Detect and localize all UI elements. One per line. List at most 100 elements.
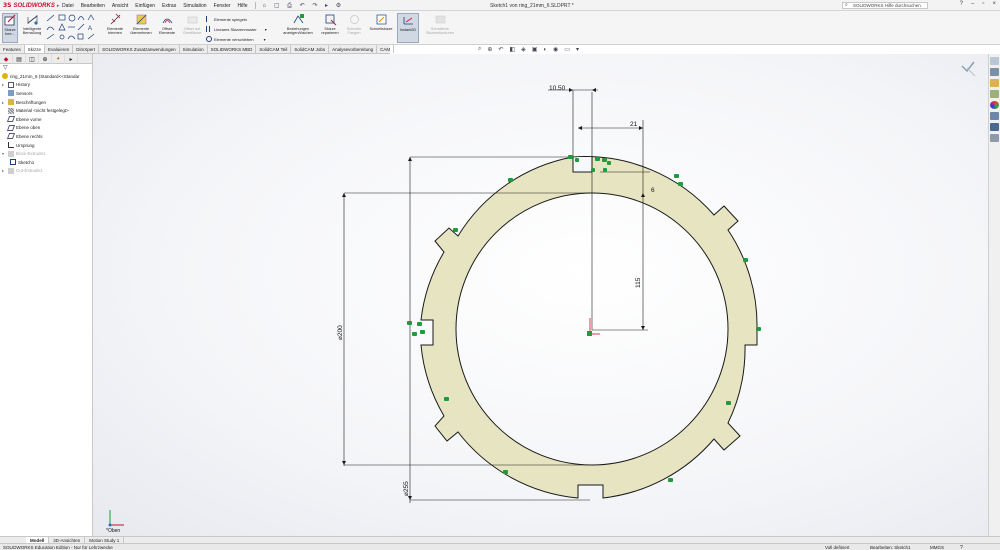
sketch-entity-icons[interactable]: A [46, 14, 96, 42]
tab-evaluieren[interactable]: Evaluieren [45, 45, 74, 53]
minimize-icon[interactable]: – [971, 1, 974, 7]
menu-einfuegen[interactable]: Einfügen [135, 3, 155, 9]
appearance-icon[interactable]: ◉ [553, 46, 558, 53]
section-view-icon[interactable]: ◧ [509, 46, 515, 53]
hide-show-icon[interactable]: ◐ [543, 47, 547, 53]
tab-simulation[interactable]: Simulation [180, 45, 208, 53]
tab-solidcam-teil[interactable]: SolidCAM Teil [256, 45, 292, 53]
tree-item-origin[interactable]: Ursprung [2, 141, 92, 150]
quick-snaps-button[interactable]: Schnelle Fangen [344, 13, 364, 35]
zoom-to-fit-icon[interactable]: ⌕ [478, 46, 481, 53]
view-palette-icon[interactable] [990, 90, 999, 98]
previous-view-icon[interactable]: ↶ [498, 46, 503, 53]
dim-slot-width[interactable]: 10.50 [549, 85, 566, 92]
help-icon[interactable]: ? [960, 1, 963, 7]
filter-icon[interactable]: ▽ [0, 64, 92, 72]
design-library-icon[interactable] [990, 68, 999, 76]
tab-analysevorbereitung[interactable]: Analysevorbereitung [329, 45, 378, 53]
tree-item-cut-extrude[interactable]: ▸ Cut-Extrude1 [2, 167, 92, 176]
trim-entities-button[interactable]: Elemente trimmen [104, 13, 126, 35]
mirror-entities-button[interactable]: Elemente spiegeln [206, 16, 247, 22]
convert-entities-button[interactable]: Elemente übernehmen [128, 13, 154, 35]
tree-item-right-plane[interactable]: Ebene rechts [2, 132, 92, 141]
brand-name: SOLIDWORKS [13, 2, 55, 9]
restore-icon[interactable]: ▫ [982, 1, 984, 7]
tree-item-sketch1[interactable]: Sketch1 [2, 158, 92, 167]
expand-arrow-icon[interactable]: ▸ [2, 168, 6, 173]
tab-cam[interactable]: CAM [377, 45, 395, 53]
tab-skizze[interactable]: Skizze [24, 45, 46, 53]
help-toggle-icon[interactable]: ? [960, 545, 963, 550]
tab-zusatzanwendungen[interactable]: SOLIDWORKS Zusatzanwendungen [99, 45, 180, 53]
chevron-right-icon[interactable]: ▸ [57, 3, 60, 9]
dim-inner-radius[interactable]: 115 [635, 277, 642, 288]
menu-bearbeiten[interactable]: Bearbeiten [81, 3, 105, 9]
tab-features[interactable]: Features [0, 45, 25, 53]
custom-properties-icon[interactable] [990, 112, 999, 120]
sketch-canvas[interactable]: 10.50 21 6 115 ⌀200 ⌀255 *Oben [93, 54, 988, 536]
tab-mbd[interactable]: SOLIDWORKS MBD [208, 45, 257, 53]
extensions-icon[interactable] [990, 134, 999, 142]
file-explorer-icon[interactable] [990, 79, 999, 87]
view-settings-icon[interactable]: ▾ [576, 46, 579, 53]
graphics-area[interactable]: 10.50 21 6 115 ⌀200 ⌀255 *Oben [93, 54, 988, 536]
dimxpert-tab-icon[interactable]: ⊕ [39, 54, 52, 64]
zoom-area-icon[interactable]: ⊕ [487, 46, 492, 53]
display-relations-button[interactable]: Beziehungen anzeigen/löschen [280, 13, 316, 35]
display-manager-tab-icon[interactable]: ◕ [52, 54, 65, 64]
feature-tree-tab-icon[interactable]: ◆ [0, 54, 13, 64]
ring-sketch-profile[interactable] [420, 156, 758, 499]
dim-slot-depth[interactable]: 6 [651, 187, 655, 194]
solidworks-logo[interactable]: 3S SOLIDWORKS ▸ [3, 1, 59, 10]
tree-item-sensors[interactable]: Sensors [2, 89, 92, 98]
tree-item-annotations[interactable]: ▸ Beschriftungen [2, 98, 92, 107]
tree-item-material[interactable]: Material <nicht festgelegt> [2, 106, 92, 115]
tree-root[interactable]: ring_21mm_6 (Standard<<Standar [2, 72, 92, 81]
chevron-down-icon[interactable]: ▾ [265, 27, 267, 32]
solidworks-forum-icon[interactable] [990, 123, 999, 131]
tab-solidcam-jobs[interactable]: SolidCAM Jobs [291, 45, 330, 53]
resources-icon[interactable] [990, 57, 999, 65]
menu-ansicht[interactable]: Ansicht [112, 3, 128, 9]
help-search-input[interactable]: ⌕ SOLIDWORKS Hilfe durchsuchen [842, 2, 928, 9]
repair-sketch-button[interactable]: Skizze reparieren [318, 13, 342, 35]
menu-simulation[interactable]: Simulation [183, 3, 206, 9]
linear-pattern-button[interactable]: Lineares Skizzenmuster ▾ [206, 26, 267, 32]
configuration-tab-icon[interactable]: ◫ [26, 54, 39, 64]
confirmation-corner[interactable] [961, 61, 976, 77]
more-tabs-icon[interactable]: ▸ [65, 54, 78, 64]
menu-hilfe[interactable]: Hilfe [238, 3, 248, 9]
smart-dimension-button[interactable]: Intelligente Bemaßung [20, 13, 44, 35]
tree-item-history[interactable]: ▸ History [2, 81, 92, 90]
instant2d-button[interactable]: Instant2D [397, 13, 419, 43]
menu-datei[interactable]: Datei [62, 3, 74, 9]
status-units[interactable]: MMGS [930, 545, 944, 550]
menu-extras[interactable]: Extras [162, 3, 176, 9]
close-icon[interactable]: × [992, 1, 996, 7]
offset-on-surface-button[interactable]: Offset auf Oberfläche [180, 13, 204, 35]
dim-inner-diameter[interactable]: ⌀200 [337, 325, 344, 340]
menu-fenster[interactable]: Fenster [214, 3, 231, 9]
exit-sketch-button[interactable]: Skizze bee... [2, 13, 18, 43]
collapse-arrow-icon[interactable]: ▾ [2, 151, 6, 156]
expand-arrow-icon[interactable]: ▸ [2, 82, 6, 87]
tree-item-top-plane[interactable]: Ebene oben [2, 124, 92, 133]
tree-item-front-plane[interactable]: Ebene vorne [2, 115, 92, 124]
dim-slot-offset[interactable]: 21 [630, 121, 638, 128]
rapid-sketch-button[interactable]: Schnellskizze [368, 13, 394, 31]
property-manager-tab-icon[interactable]: ▤ [13, 54, 26, 64]
tab-dimxpert[interactable]: DimXpert [73, 45, 100, 53]
appearances-icon[interactable] [990, 101, 999, 109]
move-entities-button[interactable]: Elemente verschieben ▾ [206, 36, 266, 42]
sketch-origin[interactable] [587, 318, 600, 336]
offset-entities-button[interactable]: Offset Elemente [156, 13, 178, 35]
tree-item-boss-extrude[interactable]: ▾ Boss-Extrude1 [2, 149, 92, 158]
view-orientation-icon[interactable]: ◈ [521, 46, 526, 53]
expand-arrow-icon[interactable]: ▸ [2, 100, 6, 105]
chevron-down-icon[interactable]: ▾ [264, 37, 266, 42]
display-style-icon[interactable]: ▣ [532, 46, 538, 53]
dim-outer-diameter[interactable]: ⌀255 [403, 481, 410, 496]
shaded-sketch-button[interactable]: Schattierte Skizzenkonturen [422, 13, 458, 35]
scene-icon[interactable]: ▭ [564, 46, 570, 53]
quick-access-toolbar[interactable]: ⌂ ▢ ⎙ ↶ ↷ ▸ ⚙ [263, 2, 345, 10]
